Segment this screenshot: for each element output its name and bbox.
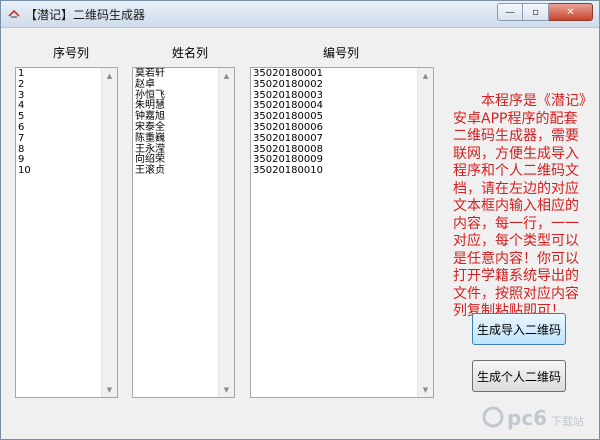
maximize-button[interactable]: ▫: [523, 3, 549, 21]
close-icon: ✕: [566, 6, 575, 18]
client-area: 序号列 姓名列 编号列 1 2 3 4 5 6 7 8 9 10 ▲ ▼ 莫若轩…: [1, 28, 599, 439]
title-bar[interactable]: 【潜记】二维码生成器 — ▫ ✕: [1, 1, 599, 28]
name-textbox[interactable]: 莫若轩 赵卓 孙恒飞 朱明慧 钟嘉旭 宋泰全 陈重巍 王永滢 向绍荣 王滚贞 ▲…: [132, 67, 235, 398]
window-controls: — ▫ ✕: [497, 3, 593, 21]
scroll-down-icon[interactable]: ▼: [418, 382, 433, 397]
app-icon: [8, 9, 20, 18]
pc6-logo: pc6 下载站: [482, 406, 584, 430]
serial-textbox-content: 1 2 3 4 5 6 7 8 9 10: [18, 68, 31, 177]
name-column-label: 姓名列: [172, 46, 209, 60]
minimize-icon: —: [505, 6, 515, 18]
name-textbox-content: 莫若轩 赵卓 孙恒飞 朱明慧 钟嘉旭 宋泰全 陈重巍 王永滢 向绍荣 王滚贞: [135, 68, 165, 177]
program-description: 本程序是《潜记》安卓APP程序的配套二维码生成器，需要联网，方便生成导入程序和个…: [453, 93, 586, 319]
maximize-icon: ▫: [532, 6, 539, 18]
window-title: 【潜记】二维码生成器: [25, 8, 146, 22]
number-textbox[interactable]: 35020180001 35020180002 35020180003 3502…: [250, 67, 434, 398]
app-window: 【潜记】二维码生成器 — ▫ ✕ 序号列 姓名列 编号列 1 2 3 4 5 6…: [0, 0, 600, 440]
scroll-up-icon[interactable]: ▲: [102, 68, 117, 83]
name-scrollbar[interactable]: ▲ ▼: [218, 68, 234, 397]
close-button[interactable]: ✕: [549, 3, 593, 21]
svg-text:下载站: 下载站: [551, 414, 584, 428]
scroll-down-icon[interactable]: ▼: [219, 382, 234, 397]
generate-personal-qr-button[interactable]: 生成个人二维码: [472, 360, 566, 392]
svg-text:pc6: pc6: [507, 406, 547, 430]
serial-column-label: 序号列: [53, 46, 90, 60]
scroll-down-icon[interactable]: ▼: [102, 382, 117, 397]
number-scrollbar[interactable]: ▲ ▼: [417, 68, 433, 397]
serial-textbox[interactable]: 1 2 3 4 5 6 7 8 9 10 ▲ ▼: [15, 67, 118, 398]
scroll-up-icon[interactable]: ▲: [219, 68, 234, 83]
scroll-up-icon[interactable]: ▲: [418, 68, 433, 83]
number-column-label: 编号列: [323, 46, 360, 60]
minimize-button[interactable]: —: [497, 3, 523, 21]
number-textbox-content: 35020180001 35020180002 35020180003 3502…: [253, 68, 323, 177]
generate-import-qr-button[interactable]: 生成导入二维码: [472, 313, 566, 345]
serial-scrollbar[interactable]: ▲ ▼: [101, 68, 117, 397]
